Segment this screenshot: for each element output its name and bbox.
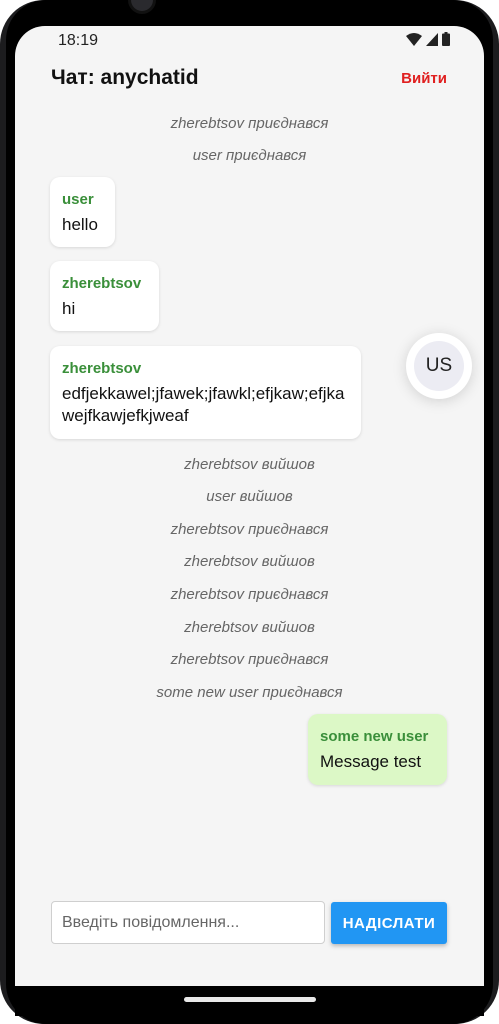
message-bubble: zherebtsov edfjekkawel;jfawek;jfawkl;efj… bbox=[50, 346, 361, 439]
system-message: some new user приєднався bbox=[156, 684, 343, 701]
system-message: user приєднався bbox=[192, 147, 307, 164]
message-text: Message test bbox=[320, 752, 422, 771]
system-message: zherebtsov вийшов bbox=[184, 456, 315, 473]
status-time: 18:19 bbox=[58, 32, 99, 49]
message-text: hello bbox=[62, 215, 98, 234]
system-message: zherebtsov вийшов bbox=[184, 553, 315, 570]
message-sender: zherebtsov bbox=[62, 275, 142, 292]
message-sender: some new user bbox=[320, 728, 429, 745]
send-button[interactable]: НАДІСЛАТИ bbox=[331, 902, 447, 944]
system-message: zherebtsov приєднався bbox=[170, 586, 329, 603]
app-screen: 18:19 Чат: anychatid Вийти zherebtsov пр… bbox=[15, 26, 484, 986]
signal-icon bbox=[426, 32, 438, 46]
message-sender: zherebtsov bbox=[62, 360, 142, 377]
status-icons bbox=[406, 32, 450, 46]
avatar-initials: US bbox=[414, 341, 464, 391]
system-message: zherebtsov приєднався bbox=[170, 651, 329, 668]
message-sender: user bbox=[62, 191, 94, 208]
system-message: zherebtsov приєднався bbox=[170, 115, 329, 132]
battery-icon bbox=[442, 32, 450, 46]
message-text: hi bbox=[62, 299, 76, 318]
phone-frame: 18:19 Чат: anychatid Вийти zherebtsov пр… bbox=[0, 0, 499, 1024]
system-message: zherebtsov вийшов bbox=[184, 619, 315, 636]
camera-icon bbox=[128, 0, 156, 14]
wifi-icon bbox=[406, 32, 422, 46]
message-text: edfjekkawel;jfawek;jfawkl;efjkaw;efjkawe… bbox=[62, 384, 345, 425]
message-input[interactable] bbox=[51, 901, 325, 944]
page-title: Чат: anychatid bbox=[51, 66, 199, 89]
message-bubble: user hello bbox=[50, 177, 115, 247]
avatar[interactable]: US bbox=[406, 333, 472, 399]
system-message: zherebtsov приєднався bbox=[170, 521, 329, 538]
message-bubble: zherebtsov hi bbox=[50, 261, 159, 331]
system-message: user вийшов bbox=[206, 488, 293, 505]
message-bubble-own: some new user Message test bbox=[308, 714, 447, 785]
home-indicator[interactable] bbox=[184, 997, 316, 1002]
exit-button[interactable]: Вийти bbox=[401, 70, 447, 87]
